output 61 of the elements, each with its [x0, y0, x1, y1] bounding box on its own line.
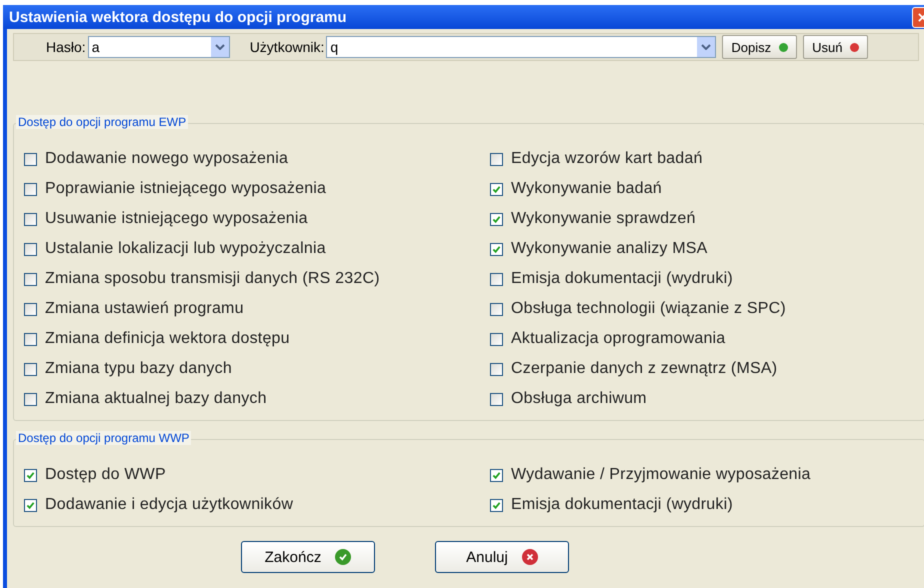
checkbox[interactable]: [490, 212, 503, 226]
option-label: Wykonywanie analizy MSA: [511, 240, 708, 258]
checkbox[interactable]: [24, 182, 37, 196]
option-label: Zmiana definicja wektora dostępu: [45, 330, 290, 348]
remove-dot-icon: [850, 42, 860, 52]
checkbox[interactable]: [24, 152, 37, 166]
option-label: Obsługa technologii (wiązanie z SPC): [511, 300, 786, 318]
user-combo[interactable]: q: [326, 36, 716, 58]
check-icon: [335, 549, 352, 565]
option-label: Obsługa archiwum: [511, 390, 647, 408]
checkbox[interactable]: [24, 468, 37, 482]
remove-button[interactable]: Usuń: [803, 35, 868, 59]
option-label: Wydawanie / Przyjmowanie wyposażenia: [511, 466, 811, 484]
checkbox[interactable]: [490, 272, 503, 286]
checkbox[interactable]: [490, 332, 503, 346]
option-label: Wykonywanie badań: [511, 180, 662, 198]
finish-button[interactable]: Zakończ: [241, 541, 375, 573]
option-label: Dostęp do WWP: [45, 466, 166, 484]
option-label: Poprawianie istniejącego wyposażenia: [45, 180, 326, 198]
checkbox[interactable]: [490, 242, 503, 256]
checkbox[interactable]: [24, 302, 37, 316]
checkbox[interactable]: [490, 392, 503, 406]
option-label: Zmiana sposobu transmisji danych (RS 232C): [45, 270, 380, 288]
checkbox[interactable]: [24, 392, 37, 406]
option-label: Zmiana aktualnej bazy danych: [45, 390, 267, 408]
checkbox[interactable]: [24, 332, 37, 346]
checkbox[interactable]: [24, 272, 37, 286]
option-label: Edycja wzorów kart badań: [511, 150, 703, 168]
add-dot-icon: [779, 42, 788, 52]
cancel-button[interactable]: Anuluj: [435, 541, 569, 573]
group-title: Dostęp do opcji programu WWP: [16, 431, 192, 445]
option-label: Dodawanie nowego wyposażenia: [45, 150, 288, 168]
option-label: Zmiana typu bazy danych: [45, 360, 232, 378]
checkbox[interactable]: [490, 498, 503, 512]
add-button[interactable]: Dopisz: [722, 35, 798, 59]
checkbox[interactable]: [490, 362, 503, 376]
checkbox[interactable]: [24, 242, 37, 256]
checkbox[interactable]: [490, 302, 503, 316]
checkbox[interactable]: [490, 152, 503, 166]
cancel-icon: [522, 549, 538, 565]
option-label: Emisja dokumentacji (wydruki): [511, 496, 733, 514]
option-label: Usuwanie istniejącego wyposażenia: [45, 210, 308, 228]
option-label: Emisja dokumentacji (wydruki): [511, 270, 733, 288]
group-title: Dostęp do opcji programu EWP: [16, 115, 188, 129]
option-label: Dodawanie i edycja użytkowników: [45, 496, 294, 514]
window-title: Ustawienia wektora dostępu do opcji programu: [9, 8, 347, 26]
dropdown-icon: [697, 37, 716, 57]
checkbox[interactable]: [490, 182, 503, 196]
option-label: Zmiana ustawień programu: [45, 300, 244, 318]
checkbox[interactable]: [24, 212, 37, 226]
option-label: Ustalanie lokalizacji lub wypożyczalnia: [45, 240, 326, 258]
password-combo[interactable]: a: [88, 36, 230, 58]
option-label: Aktualizacja oprogramowania: [511, 330, 726, 348]
checkbox[interactable]: [24, 362, 37, 376]
option-label: Czerpanie danych z zewnątrz (MSA): [511, 360, 778, 378]
option-label: Wykonywanie sprawdzeń: [511, 210, 696, 228]
password-label: Hasło:: [46, 39, 86, 55]
checkbox[interactable]: [24, 498, 37, 512]
checkbox[interactable]: [490, 468, 503, 482]
user-label: Użytkownik:: [250, 39, 324, 55]
dropdown-icon: [210, 37, 229, 57]
